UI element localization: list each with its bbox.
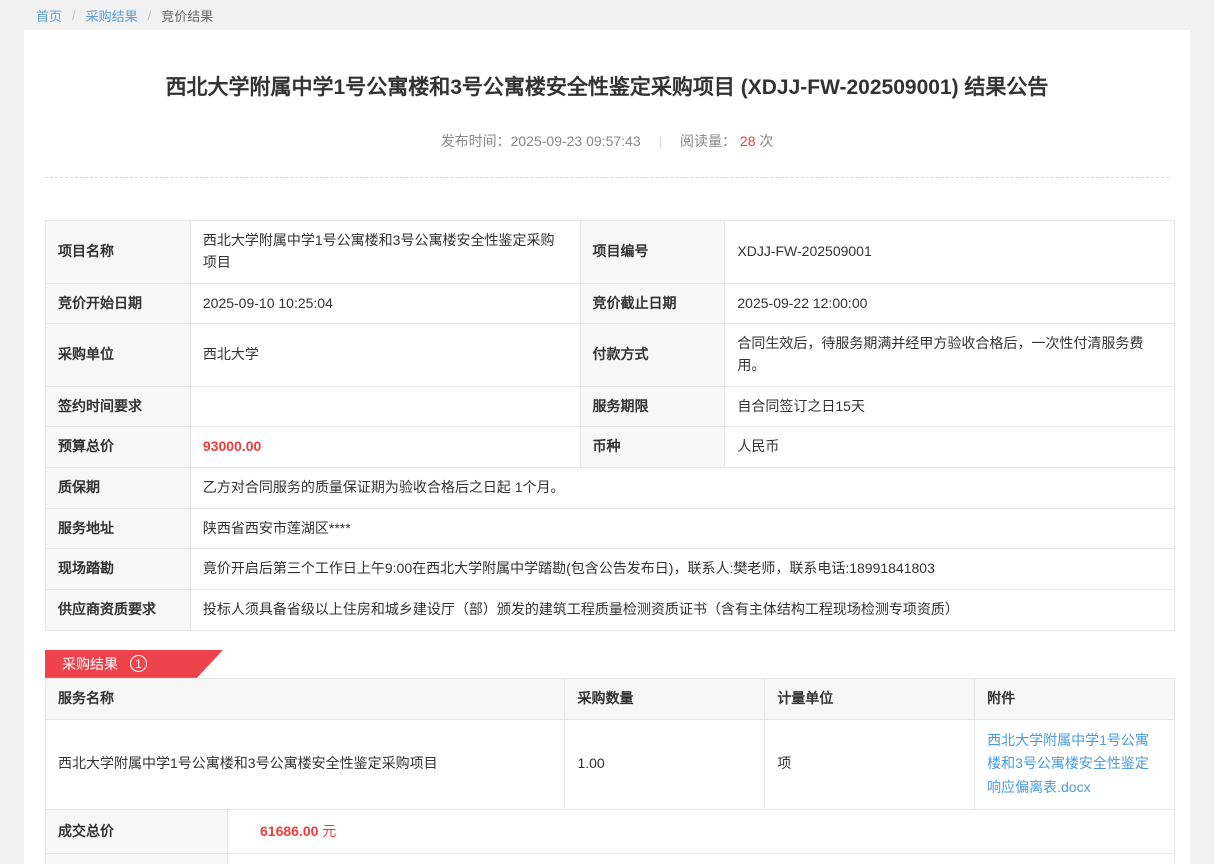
quantity-cell: 1.00	[565, 719, 765, 809]
meta-line: 发布时间：2025-09-23 09:57:43 | 阅读量： 28 次	[45, 131, 1169, 151]
table-row: 预算总价 93000.00 币种 人民币	[46, 427, 1175, 468]
table-row: 服务地址 陕西省西安市莲湖区****	[46, 508, 1175, 549]
budget-total-value: 93000.00	[190, 427, 580, 468]
bid-start-value: 2025-09-10 10:25:04	[190, 283, 580, 324]
attachment-docx-link[interactable]: 西北大学附属中学1号公寓楼和3号公寓楼安全性鉴定响应偏离表.docx	[987, 732, 1149, 796]
currency-value: 人民币	[725, 427, 1175, 468]
purchaser-label: 采购单位	[46, 324, 191, 386]
signing-time-label: 签约时间要求	[46, 386, 191, 427]
header-divider-line	[45, 177, 1169, 178]
service-name-header: 服务名称	[46, 678, 565, 719]
winning-supplier-label: 成交供应商	[46, 853, 228, 864]
procurement-result-table: 服务名称 采购数量 计量单位 附件 西北大学附属中学1号公寓楼和3号公寓楼安全性…	[45, 678, 1175, 810]
table-row: 采购单位 西北大学 付款方式 合同生效后，待服务期满并经甲方验收合格后，一次性付…	[46, 324, 1175, 386]
table-header-row: 服务名称 采购数量 计量单位 附件	[46, 678, 1175, 719]
service-address-label: 服务地址	[46, 508, 191, 549]
breadcrumb-separator: /	[148, 8, 152, 23]
unit-header: 计量单位	[765, 678, 975, 719]
project-name-label: 项目名称	[46, 221, 191, 283]
service-name-cell: 西北大学附属中学1号公寓楼和3号公寓楼安全性鉴定采购项目	[46, 719, 565, 809]
budget-total-label: 预算总价	[46, 427, 191, 468]
table-row: 项目名称 西北大学附属中学1号公寓楼和3号公寓楼安全性鉴定采购项目 项目编号 X…	[46, 221, 1175, 283]
table-row: 供应商资质要求 投标人须具备省级以上住房和城乡建设厅（部）颁发的建筑工程质量检测…	[46, 590, 1175, 631]
table-row: 成交总价 61686.00 元	[46, 809, 1175, 853]
bid-deadline-label: 竞价截止日期	[580, 283, 725, 324]
breadcrumb-procurement-results-link[interactable]: 采购结果	[86, 6, 138, 25]
table-row: 西北大学附属中学1号公寓楼和3号公寓楼安全性鉴定采购项目 1.00 项 西北大学…	[46, 719, 1175, 809]
deal-summary-table: 成交总价 61686.00 元 成交供应商 西安五和建筑科技咨询有限公司 质保及…	[45, 809, 1175, 864]
meta-divider: |	[659, 133, 663, 149]
attachment-header: 附件	[975, 678, 1175, 719]
announcement-card: 西北大学附属中学1号公寓楼和3号公寓楼安全性鉴定采购项目 (XDJJ-FW-20…	[24, 30, 1190, 864]
currency-label: 币种	[580, 427, 725, 468]
warranty-period-value: 乙方对合同服务的质量保证期为验收合格后之日起 1个月。	[190, 468, 1174, 509]
project-number-value: XDJJ-FW-202509001	[725, 221, 1175, 283]
table-row: 现场踏勘 竟价开启后第三个工作日上午9:00在西北大学附属中学踏勘(包含公告发布…	[46, 549, 1175, 590]
views-unit: 次	[759, 133, 773, 149]
service-period-value: 自合同签订之日15天	[725, 386, 1175, 427]
bid-deadline-value: 2025-09-22 12:00:00	[725, 283, 1175, 324]
badge-number-circle: 1	[130, 655, 147, 672]
deal-total-price-unit: 元	[322, 823, 336, 839]
procurement-result-badge-label: 采购结果	[62, 654, 118, 674]
procurement-result-badge: 采购结果 1	[45, 650, 223, 678]
deal-total-price-amount: 61686.00	[260, 823, 318, 839]
project-name-value: 西北大学附属中学1号公寓楼和3号公寓楼安全性鉴定采购项目	[190, 221, 580, 283]
deal-total-price-label: 成交总价	[46, 809, 228, 853]
unit-cell: 项	[765, 719, 975, 809]
project-info-table: 项目名称 西北大学附属中学1号公寓楼和3号公寓楼安全性鉴定采购项目 项目编号 X…	[45, 220, 1175, 631]
supplier-qualification-label: 供应商资质要求	[46, 590, 191, 631]
site-visit-label: 现场踏勘	[46, 549, 191, 590]
supplier-qualification-value: 投标人须具备省级以上住房和城乡建设厅（部）颁发的建筑工程质量检测资质证书（含有主…	[190, 590, 1174, 631]
quantity-header: 采购数量	[565, 678, 765, 719]
warranty-period-label: 质保期	[46, 468, 191, 509]
table-row: 成交供应商 西安五和建筑科技咨询有限公司	[46, 853, 1175, 864]
signing-time-value	[190, 386, 580, 427]
payment-method-value: 合同生效后，待服务期满并经甲方验收合格后，一次性付清服务费用。	[725, 324, 1175, 386]
breadcrumb: 首页 / 采购结果 / 竞价结果	[0, 0, 1214, 30]
table-row: 竞价开始日期 2025-09-10 10:25:04 竞价截止日期 2025-0…	[46, 283, 1175, 324]
publish-time-value: 2025-09-23 09:57:43	[511, 133, 641, 149]
bid-start-label: 竞价开始日期	[46, 283, 191, 324]
breadcrumb-current-bidding-results: 竞价结果	[161, 6, 213, 25]
table-row: 签约时间要求 服务期限 自合同签订之日15天	[46, 386, 1175, 427]
table-row: 质保期 乙方对合同服务的质量保证期为验收合格后之日起 1个月。	[46, 468, 1175, 509]
publish-time-label: 发布时间：	[441, 133, 511, 149]
deal-total-price-value: 61686.00 元	[228, 809, 1175, 853]
page-title: 西北大学附属中学1号公寓楼和3号公寓楼安全性鉴定采购项目 (XDJJ-FW-20…	[45, 30, 1169, 101]
breadcrumb-home-link[interactable]: 首页	[36, 6, 62, 25]
project-number-label: 项目编号	[580, 221, 725, 283]
purchaser-value: 西北大学	[190, 324, 580, 386]
views-label: 阅读量：	[680, 133, 736, 149]
breadcrumb-separator: /	[72, 8, 76, 23]
service-address-value: 陕西省西安市莲湖区****	[190, 508, 1174, 549]
winning-supplier-value: 西安五和建筑科技咨询有限公司	[228, 853, 1175, 864]
payment-method-label: 付款方式	[580, 324, 725, 386]
views-count: 28	[740, 133, 756, 149]
service-period-label: 服务期限	[580, 386, 725, 427]
site-visit-value: 竟价开启后第三个工作日上午9:00在西北大学附属中学踏勘(包含公告发布日)，联系…	[190, 549, 1174, 590]
